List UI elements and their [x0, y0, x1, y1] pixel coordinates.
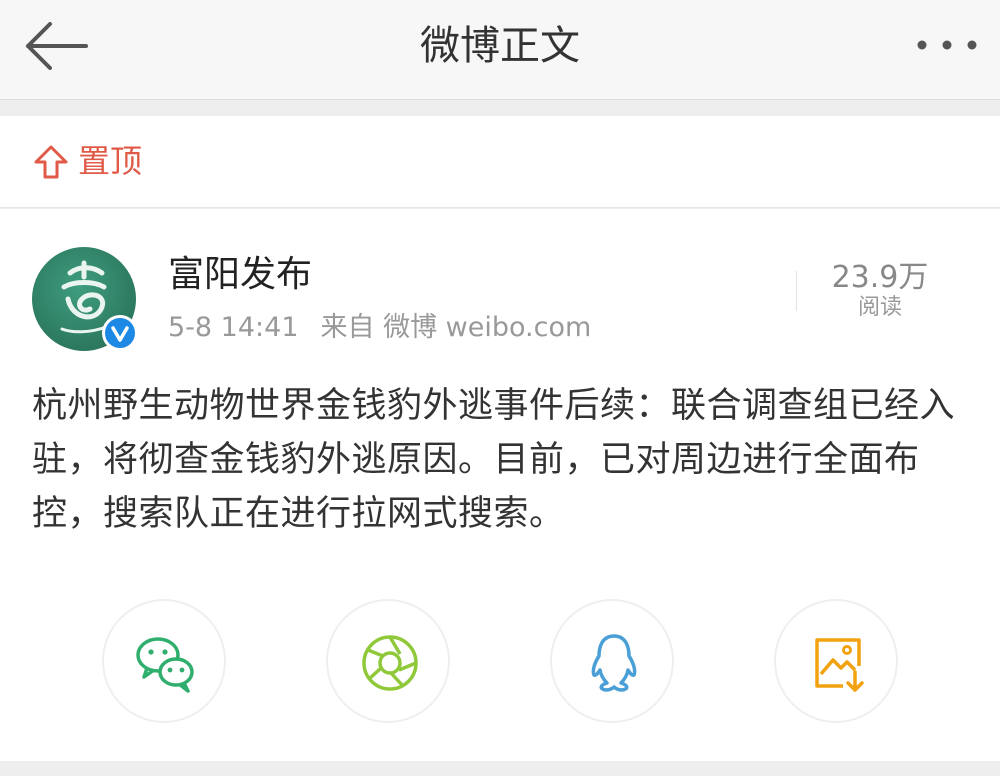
save-image-button[interactable] — [774, 599, 898, 723]
share-moments-button[interactable] — [326, 599, 450, 723]
read-count-value: 23.9万 — [831, 260, 929, 295]
verified-badge-icon — [102, 315, 138, 351]
weibo-post: 富阳发布 5-8 14:41 来自 微博 weibo.com 23.9万 阅读 杭… — [0, 209, 1000, 761]
more-icon — [917, 40, 977, 50]
author-name[interactable]: 富阳发布 — [168, 251, 312, 299]
post-source: 来自 微博 weibo.com — [320, 312, 592, 343]
divider — [796, 271, 797, 311]
read-count: 23.9万 阅读 — [818, 261, 942, 321]
bottom-spacer — [0, 762, 1000, 776]
navigation-bar: 微博正文 — [0, 0, 1000, 100]
moments-icon — [362, 635, 418, 691]
read-count-label: 阅读 — [857, 295, 902, 320]
pinned-label: 置顶 — [78, 142, 143, 180]
save-image-icon — [815, 638, 864, 692]
share-qq-button[interactable] — [550, 599, 674, 723]
pinned-banner: 置顶 — [0, 116, 1000, 208]
wechat-icon — [136, 637, 194, 693]
post-body-text: 杭州野生动物世界金钱豹外逃事件后续：联合调查组已经入驻，将彻查金钱豹外逃原因。目… — [32, 386, 956, 534]
page-title: 微博正文 — [420, 23, 580, 69]
share-wechat-button[interactable] — [102, 599, 226, 723]
post-time: 5-8 14:41 — [168, 312, 299, 343]
more-options-button[interactable] — [914, 30, 980, 60]
pin-top-icon — [34, 145, 68, 179]
post-meta: 5-8 14:41 来自 微博 weibo.com — [168, 309, 613, 347]
qq-icon — [591, 634, 637, 692]
